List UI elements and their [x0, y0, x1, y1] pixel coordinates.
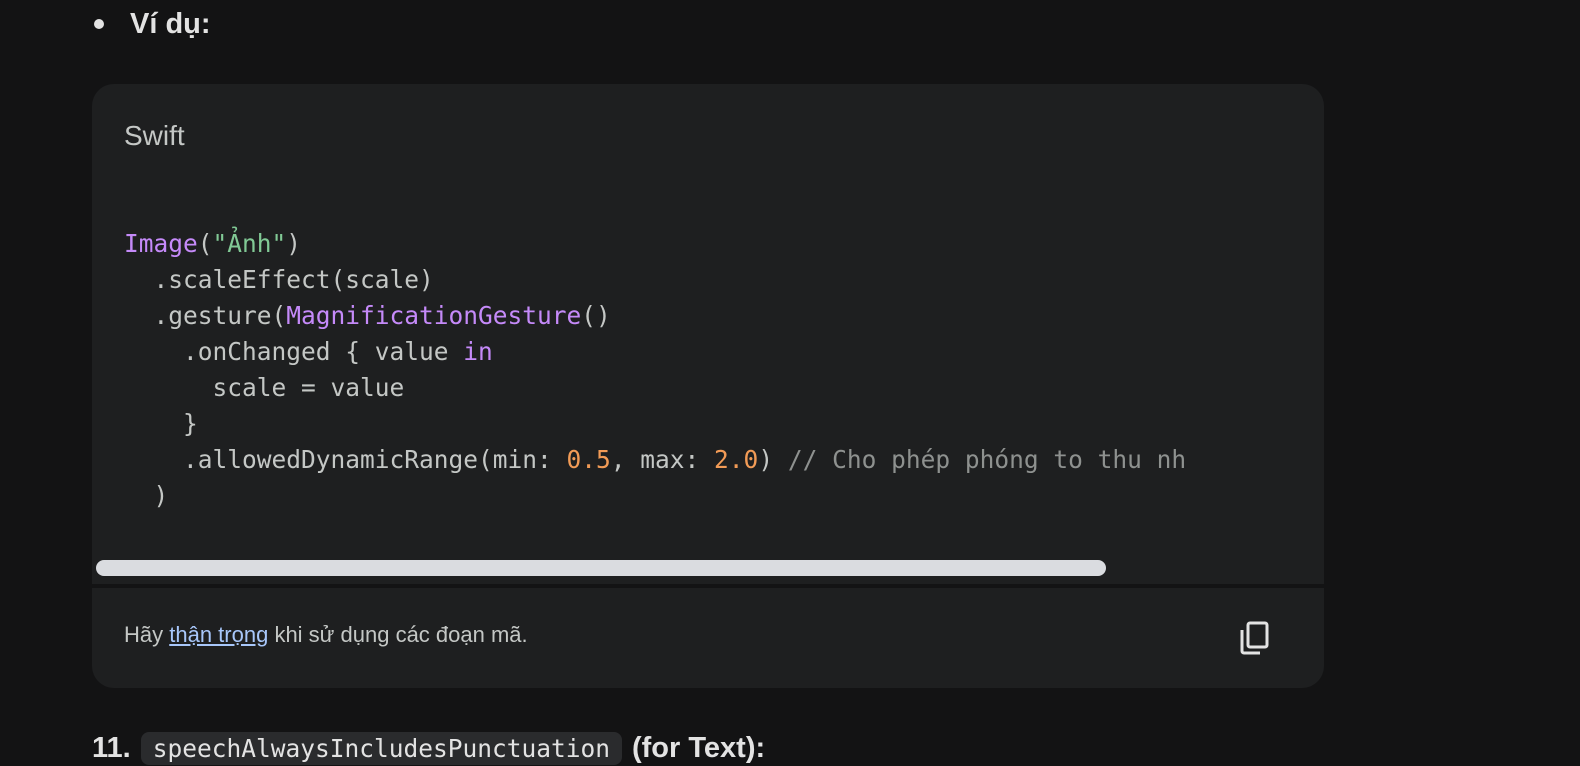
code-token: Image — [124, 229, 198, 258]
disclaimer-text: Hãy thận trọng khi sử dụng các đoạn mã. — [124, 622, 528, 648]
code-token: 2.0 — [714, 445, 759, 474]
code-line: .scaleEffect(scale) — [124, 262, 1324, 298]
disclaimer-prefix: Hãy — [124, 622, 170, 647]
bullet-label: Ví dụ: — [130, 7, 211, 40]
code-block: Swift Image("Ảnh") .scaleEffect(scale) .… — [92, 84, 1324, 584]
code-token: scale = value — [124, 373, 405, 402]
copy-code-button[interactable] — [1234, 618, 1274, 658]
code-line: Image("Ảnh") — [124, 226, 1324, 262]
code-token: ) — [758, 445, 788, 474]
code-line: ) — [124, 478, 1324, 514]
code-line: scale = value — [124, 370, 1324, 406]
disclaimer-suffix: khi sử dụng các đoạn mã. — [268, 622, 528, 647]
code-token: MagnificationGesture — [286, 301, 582, 330]
heading-suffix: (for Text): — [631, 731, 766, 764]
bullet-dot — [94, 19, 104, 29]
code-line: } — [124, 406, 1324, 442]
code-line: .onChanged { value in — [124, 334, 1324, 370]
horizontal-scrollbar[interactable] — [92, 558, 1324, 580]
code-token: () — [581, 301, 611, 330]
code-footer: Hãy thận trọng khi sử dụng các đoạn mã. — [92, 588, 1324, 688]
heading-number: 11. — [92, 731, 131, 764]
code-token: .onChanged { value — [124, 337, 464, 366]
chat-response-page: Ví dụ: Swift Image("Ảnh") .scaleEffect(s… — [0, 0, 1580, 766]
code-token: , max: — [610, 445, 715, 474]
code-token: .gesture( — [124, 301, 287, 330]
code-token: } — [124, 409, 198, 438]
code-token: // Cho phép phóng to thu nh — [787, 445, 1187, 474]
code-token: ) — [124, 481, 169, 510]
code-line: .gesture(MagnificationGesture() — [124, 298, 1324, 334]
heading-inline-code: speechAlwaysIncludesPunctuation — [140, 731, 622, 765]
example-bullet: Ví dụ: — [92, 2, 211, 46]
code-token: ) — [286, 229, 302, 258]
code-token: in — [463, 337, 493, 366]
copy-icon — [1240, 621, 1269, 655]
code-token: ( — [197, 229, 213, 258]
code-token: .scaleEffect(scale) — [124, 265, 434, 294]
code-language-label: Swift — [124, 120, 185, 151]
scrollbar-thumb[interactable] — [96, 560, 1106, 576]
code-line: .allowedDynamicRange(min: 0.5, max: 2.0)… — [124, 442, 1324, 478]
section-heading-11: 11. speechAlwaysIncludesPunctuation (for… — [92, 726, 765, 766]
caution-link[interactable]: thận trọng — [169, 622, 268, 647]
code-token: 0.5 — [566, 445, 611, 474]
code-token: "Ảnh" — [212, 229, 287, 258]
code-token: .allowedDynamicRange(min: — [124, 445, 567, 474]
code-content[interactable]: Image("Ảnh") .scaleEffect(scale) .gestur… — [124, 226, 1324, 526]
